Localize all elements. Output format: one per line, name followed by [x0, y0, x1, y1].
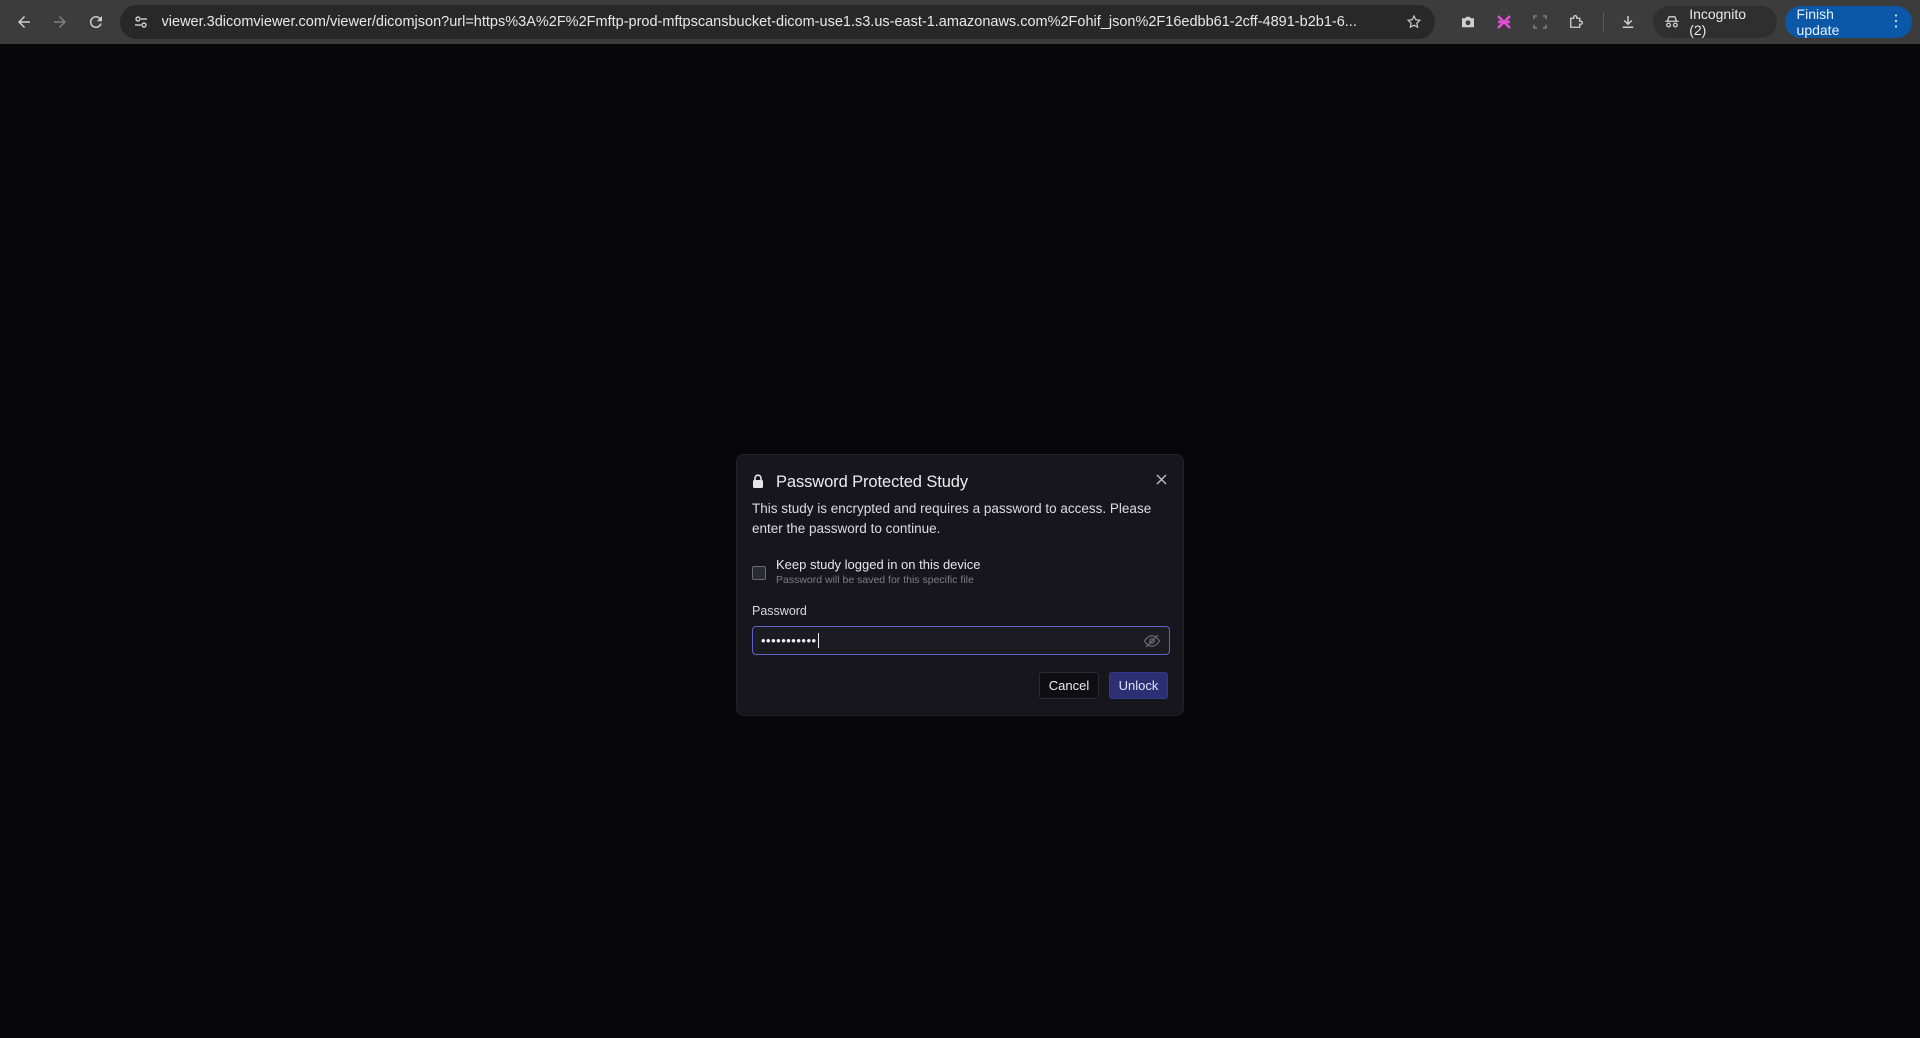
- browser-toolbar: viewer.3dicomviewer.com/viewer/dicomjson…: [0, 0, 1920, 44]
- site-info-icon[interactable]: [130, 11, 152, 33]
- lock-icon: [752, 474, 766, 490]
- star-icon[interactable]: [1401, 9, 1427, 35]
- password-value: •••••••••••: [761, 633, 817, 648]
- toolbar-divider: [1602, 12, 1604, 32]
- forward-arrow-icon: [53, 16, 66, 28]
- reload-button[interactable]: [80, 6, 112, 38]
- password-dialog: Password Protected Study This study is e…: [736, 454, 1184, 716]
- close-icon: [1156, 474, 1166, 484]
- downloads-button[interactable]: [1612, 5, 1646, 39]
- pink-extension-icon: [1497, 15, 1511, 29]
- back-arrow-icon: [17, 16, 30, 28]
- reload-icon: [89, 16, 102, 29]
- finish-update-label: Finish update: [1796, 6, 1840, 38]
- keep-logged-in-text: Keep study logged in on this device Pass…: [776, 556, 981, 587]
- forward-button[interactable]: [44, 6, 76, 38]
- cancel-button[interactable]: Cancel: [1039, 672, 1099, 699]
- keep-logged-in-checkbox[interactable]: [752, 566, 766, 580]
- close-button[interactable]: [1153, 471, 1169, 487]
- incognito-badge[interactable]: Incognito (2): [1653, 6, 1777, 38]
- viewer-area: Password Protected Study This study is e…: [0, 44, 1920, 1038]
- finish-update-button[interactable]: Finish update ⋮: [1784, 6, 1912, 38]
- screenshot-icon: [1533, 15, 1547, 29]
- keep-logged-in-label[interactable]: Keep study logged in on this device: [776, 556, 981, 573]
- password-input[interactable]: •••••••••••: [752, 626, 1170, 655]
- pink-extension-button[interactable]: [1487, 5, 1521, 39]
- kebab-menu-icon[interactable]: ⋮: [1888, 14, 1904, 30]
- password-label: Password: [752, 604, 807, 618]
- incognito-label: Incognito (2): [1689, 6, 1747, 38]
- screenshot-extension-button[interactable]: [1523, 5, 1557, 39]
- dialog-actions: Cancel Unlock: [1039, 672, 1168, 699]
- incognito-icon: [1665, 16, 1679, 28]
- address-bar[interactable]: viewer.3dicomviewer.com/viewer/dicomjson…: [119, 5, 1436, 39]
- dialog-description: This study is encrypted and requires a p…: [752, 501, 1152, 536]
- url-text[interactable]: viewer.3dicomviewer.com/viewer/dicomjson…: [162, 14, 1394, 30]
- eye-off-icon: [1143, 634, 1161, 648]
- keep-logged-in-row: Keep study logged in on this device Pass…: [752, 556, 1168, 587]
- toggle-password-visibility-button[interactable]: [1143, 632, 1161, 650]
- back-button[interactable]: [8, 6, 40, 38]
- extensions-button[interactable]: [1559, 5, 1593, 39]
- dialog-title: Password Protected Study: [776, 472, 969, 491]
- unlock-button[interactable]: Unlock: [1109, 672, 1168, 699]
- text-caret: [817, 633, 819, 648]
- keep-logged-in-hint: Password will be saved for this specific…: [776, 574, 974, 586]
- camera-extension-button[interactable]: [1451, 5, 1485, 39]
- download-icon: [1623, 16, 1634, 28]
- puzzle-icon: [1569, 15, 1583, 28]
- camera-icon: [1462, 16, 1475, 28]
- dialog-header: Password Protected Study: [752, 471, 1168, 493]
